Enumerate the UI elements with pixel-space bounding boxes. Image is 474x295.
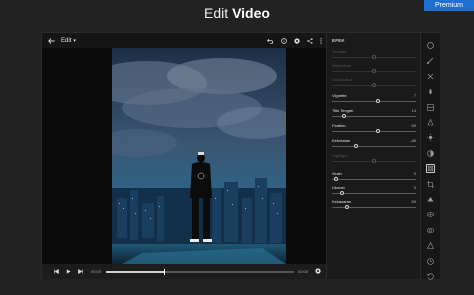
slider-handle[interactable] [334,176,339,181]
page-title-bold: Video [232,5,270,21]
playback-bar: 00:00 00:00 [42,264,326,279]
slider-label: Grain [332,171,342,176]
gradient-icon[interactable] [426,103,435,112]
slider-label: Kebulatan [332,138,351,143]
light-icon[interactable] [426,118,435,127]
brush-icon[interactable] [426,56,435,65]
slider-row: Lihat Kabut [332,77,416,89]
editor-window: Edit ▾ 00:00 00:00 EFEK Tindaan Kejernih… [41,32,440,281]
slider-handle [372,54,376,59]
current-time: 00:00 [91,269,102,274]
page-title-normal: Edit [204,5,233,21]
settings-icon[interactable] [294,37,300,44]
slider-handle[interactable] [345,204,350,209]
slider-track[interactable] [332,146,416,147]
slider-row[interactable]: Vignette 7 [332,93,416,105]
slider-value: 14 [411,108,416,113]
back-arrow-icon[interactable] [48,37,55,44]
slider-row[interactable]: Feather 50 [332,123,416,135]
drop-icon[interactable] [426,87,435,96]
editor-toolbar: Edit ▾ [42,33,326,48]
chevron-down-icon: ▾ [73,37,76,44]
slider-label: Feather [332,123,346,128]
slider-track[interactable] [332,131,416,132]
slider-row[interactable]: Grain 0 [332,171,416,183]
skip-forward-icon[interactable] [78,269,83,274]
crop-icon[interactable] [426,180,435,189]
play-icon[interactable] [66,269,71,274]
filter-icon[interactable] [426,226,435,235]
gear-icon[interactable] [315,268,321,274]
slider-handle [372,68,376,73]
skip-back-icon[interactable] [54,269,59,274]
slider-label: Vignette [332,93,347,98]
effects-panel: EFEK Tindaan Kejernihan Lihat Kabut Vignett… [326,33,421,279]
slider-row: Tindaan [332,49,416,61]
slider-handle[interactable] [341,113,346,118]
end-time: 00:00 [298,269,309,274]
slider-row[interactable]: Kebulatan -45 [332,138,416,150]
slider-value: 50 [411,199,416,204]
seek-progress [106,270,164,273]
reset-icon[interactable] [426,272,435,281]
slider-handle[interactable] [376,98,381,103]
edit-menu-label: Edit [61,37,72,44]
adjust-icon[interactable] [426,149,435,158]
eye-icon[interactable] [426,210,435,219]
slider-label: Ukuran [332,185,345,190]
slider-value: 0 [413,185,416,190]
slider-value: 50 [411,123,416,128]
slider-row: Highlight [332,153,416,165]
slider-handle[interactable] [353,143,358,148]
slider-label: Highlight [332,153,348,158]
slider-track[interactable] [332,193,416,194]
undo-icon[interactable] [267,38,274,44]
slider-label: Tindaan [332,49,347,54]
heal-icon[interactable] [426,72,435,81]
page-title: Edit Video [0,5,474,21]
color-icon[interactable] [426,241,435,250]
slider-row: Kejernihan [332,63,416,75]
video-canvas[interactable] [42,48,326,264]
slider-label: Lihat Kabut [332,77,353,82]
edit-menu[interactable]: Edit ▾ [61,38,76,44]
slider-track[interactable] [332,101,416,102]
slider-row[interactable]: Ukuran 0 [332,185,416,197]
slider-row[interactable]: Titik Tengah 14 [332,108,416,120]
slider-track[interactable] [332,179,416,180]
share-icon[interactable] [307,37,313,44]
history-icon[interactable] [426,257,435,266]
video-frame [112,48,286,264]
slider-label: Kejernihan [332,63,352,68]
slider-handle[interactable] [376,128,381,133]
slider-handle [372,158,376,163]
seek-handle[interactable] [164,268,165,275]
vignette-icon[interactable] [426,164,435,174]
slider-handle [372,82,376,87]
slider-value: -45 [410,138,416,143]
more-icon[interactable] [320,37,322,44]
slider-value: 7 [413,93,416,98]
detail-icon[interactable] [426,195,435,204]
slider-handle[interactable] [340,190,345,195]
slider-label: Titik Tengah [332,108,354,113]
panel-header: EFEK [332,38,345,43]
sun-icon[interactable] [426,133,435,142]
info-icon[interactable] [281,37,287,44]
slider-value: 0 [413,171,416,176]
circle-icon[interactable] [426,41,435,50]
tool-rail [420,33,440,281]
slider-row[interactable]: Kekasaran 50 [332,199,416,211]
slider-label: Kekasaran [332,199,352,204]
